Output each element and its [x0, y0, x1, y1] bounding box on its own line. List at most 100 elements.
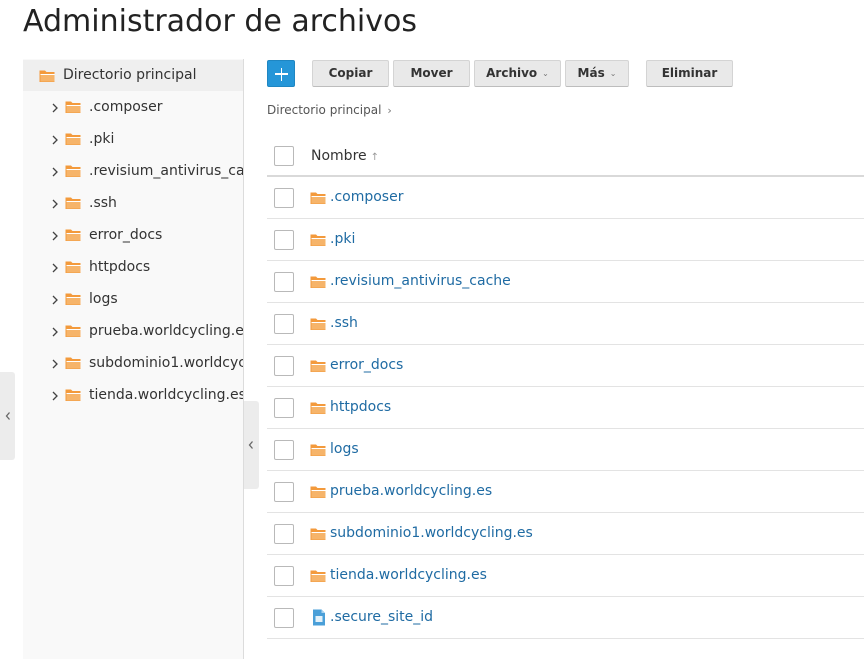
file-name-link[interactable]: tienda.worldcycling.es: [330, 567, 487, 583]
table-row[interactable]: prueba.worldcycling.es: [267, 471, 864, 513]
chevron-right-icon[interactable]: [51, 102, 59, 114]
left-panel-collapse-button[interactable]: [0, 372, 15, 460]
tree-item-label: .ssh: [89, 195, 117, 211]
folder-icon: [65, 325, 81, 337]
tree-item[interactable]: .ssh: [23, 188, 243, 220]
move-button-label: Mover: [410, 66, 453, 80]
file-name-link[interactable]: logs: [330, 441, 359, 457]
row-checkbox[interactable]: [274, 524, 294, 544]
file-name-link[interactable]: .pki: [330, 231, 355, 247]
tree-item-label: subdominio1.worldcycling.es: [89, 355, 243, 371]
folder-icon: [65, 357, 81, 369]
chevron-right-icon[interactable]: [51, 166, 59, 178]
folder-icon: [65, 293, 81, 305]
row-checkbox[interactable]: [274, 188, 294, 208]
file-name-link[interactable]: .secure_site_id: [330, 609, 433, 625]
file-icon: [313, 609, 325, 626]
tree-item-label: prueba.worldcycling.es: [89, 323, 243, 339]
table-row[interactable]: .revisium_antivirus_cache: [267, 261, 864, 303]
tree-item-label: tienda.worldcycling.es: [89, 387, 243, 403]
more-menu-label: Más: [577, 66, 605, 80]
row-checkbox[interactable]: [274, 608, 294, 628]
column-header-name-label: Nombre: [311, 148, 367, 164]
row-checkbox[interactable]: [274, 230, 294, 250]
folder-icon: [65, 101, 81, 113]
file-name-link[interactable]: prueba.worldcycling.es: [330, 483, 492, 499]
chevron-right-icon[interactable]: [51, 198, 59, 210]
tree-item[interactable]: .revisium_antivirus_cache: [23, 156, 243, 188]
folder-icon: [310, 402, 326, 414]
folder-open-icon: [39, 70, 55, 82]
chevron-left-icon: [5, 412, 10, 420]
tree-root-item[interactable]: Directorio principal: [23, 60, 243, 91]
row-checkbox[interactable]: [274, 356, 294, 376]
breadcrumb-root[interactable]: Directorio principal: [267, 103, 381, 117]
table-header: Nombre ↑: [267, 135, 864, 177]
chevron-right-icon[interactable]: [51, 294, 59, 306]
tree-item[interactable]: logs: [23, 284, 243, 316]
tree-item-label: logs: [89, 291, 118, 307]
row-checkbox[interactable]: [274, 440, 294, 460]
tree-item[interactable]: subdominio1.worldcycling.es: [23, 348, 243, 380]
chevron-right-icon[interactable]: [51, 262, 59, 274]
sort-asc-icon: ↑: [370, 152, 380, 163]
tree-item[interactable]: tienda.worldcycling.es: [23, 380, 243, 412]
folder-icon: [310, 360, 326, 372]
file-menu-button[interactable]: Archivo ⌄: [474, 60, 561, 87]
tree-item[interactable]: .composer: [23, 92, 243, 124]
copy-button[interactable]: Copiar: [312, 60, 389, 87]
file-name-link[interactable]: subdominio1.worldcycling.es: [330, 525, 533, 541]
tree-item[interactable]: prueba.worldcycling.es: [23, 316, 243, 348]
row-checkbox[interactable]: [274, 314, 294, 334]
file-name-link[interactable]: httpdocs: [330, 399, 391, 415]
chevron-left-icon: [248, 441, 253, 449]
table-row[interactable]: .composer: [267, 177, 864, 219]
more-menu-button[interactable]: Más ⌄: [565, 60, 629, 87]
tree-item-label: .pki: [89, 131, 115, 147]
table-row[interactable]: .ssh: [267, 303, 864, 345]
column-header-name[interactable]: Nombre ↑: [311, 148, 379, 164]
add-button[interactable]: [267, 60, 295, 87]
tree-item[interactable]: error_docs: [23, 220, 243, 252]
folder-icon: [310, 234, 326, 246]
folder-icon: [310, 192, 326, 204]
file-name-link[interactable]: .ssh: [330, 315, 358, 331]
chevron-right-icon[interactable]: [51, 134, 59, 146]
tree-item-label: httpdocs: [89, 259, 151, 275]
chevron-right-icon[interactable]: [51, 358, 59, 370]
chevron-right-icon[interactable]: [51, 326, 59, 338]
tree-item-label: .composer: [89, 99, 163, 115]
table-row[interactable]: httpdocs: [267, 387, 864, 429]
file-name-link[interactable]: .revisium_antivirus_cache: [330, 273, 511, 289]
folder-icon: [65, 165, 81, 177]
row-checkbox[interactable]: [274, 482, 294, 502]
breadcrumb-separator-icon: ›: [387, 104, 392, 117]
folder-icon: [65, 389, 81, 401]
tree-item-label: error_docs: [89, 227, 163, 243]
folder-icon: [65, 197, 81, 209]
chevron-right-icon[interactable]: [51, 390, 59, 402]
move-button[interactable]: Mover: [393, 60, 470, 87]
sidebar-toggle-button[interactable]: [244, 401, 259, 489]
delete-button[interactable]: Eliminar: [646, 60, 733, 87]
row-checkbox[interactable]: [274, 566, 294, 586]
table-row[interactable]: logs: [267, 429, 864, 471]
row-checkbox[interactable]: [274, 272, 294, 292]
file-name-link[interactable]: error_docs: [330, 357, 403, 373]
table-row[interactable]: tienda.worldcycling.es: [267, 555, 864, 597]
folder-icon: [65, 229, 81, 241]
table-row[interactable]: .pki: [267, 219, 864, 261]
chevron-right-icon[interactable]: [51, 230, 59, 242]
delete-button-label: Eliminar: [661, 66, 718, 80]
tree-item[interactable]: .pki: [23, 124, 243, 156]
tree-item-label: .revisium_antivirus_cache: [89, 163, 243, 179]
tree-item[interactable]: httpdocs: [23, 252, 243, 284]
table-row[interactable]: subdominio1.worldcycling.es: [267, 513, 864, 555]
file-name-link[interactable]: .composer: [330, 189, 403, 205]
row-checkbox[interactable]: [274, 398, 294, 418]
folder-icon: [310, 570, 326, 582]
folder-icon: [65, 261, 81, 273]
table-row[interactable]: .secure_site_id: [267, 597, 864, 639]
select-all-checkbox[interactable]: [274, 146, 294, 166]
table-row[interactable]: error_docs: [267, 345, 864, 387]
